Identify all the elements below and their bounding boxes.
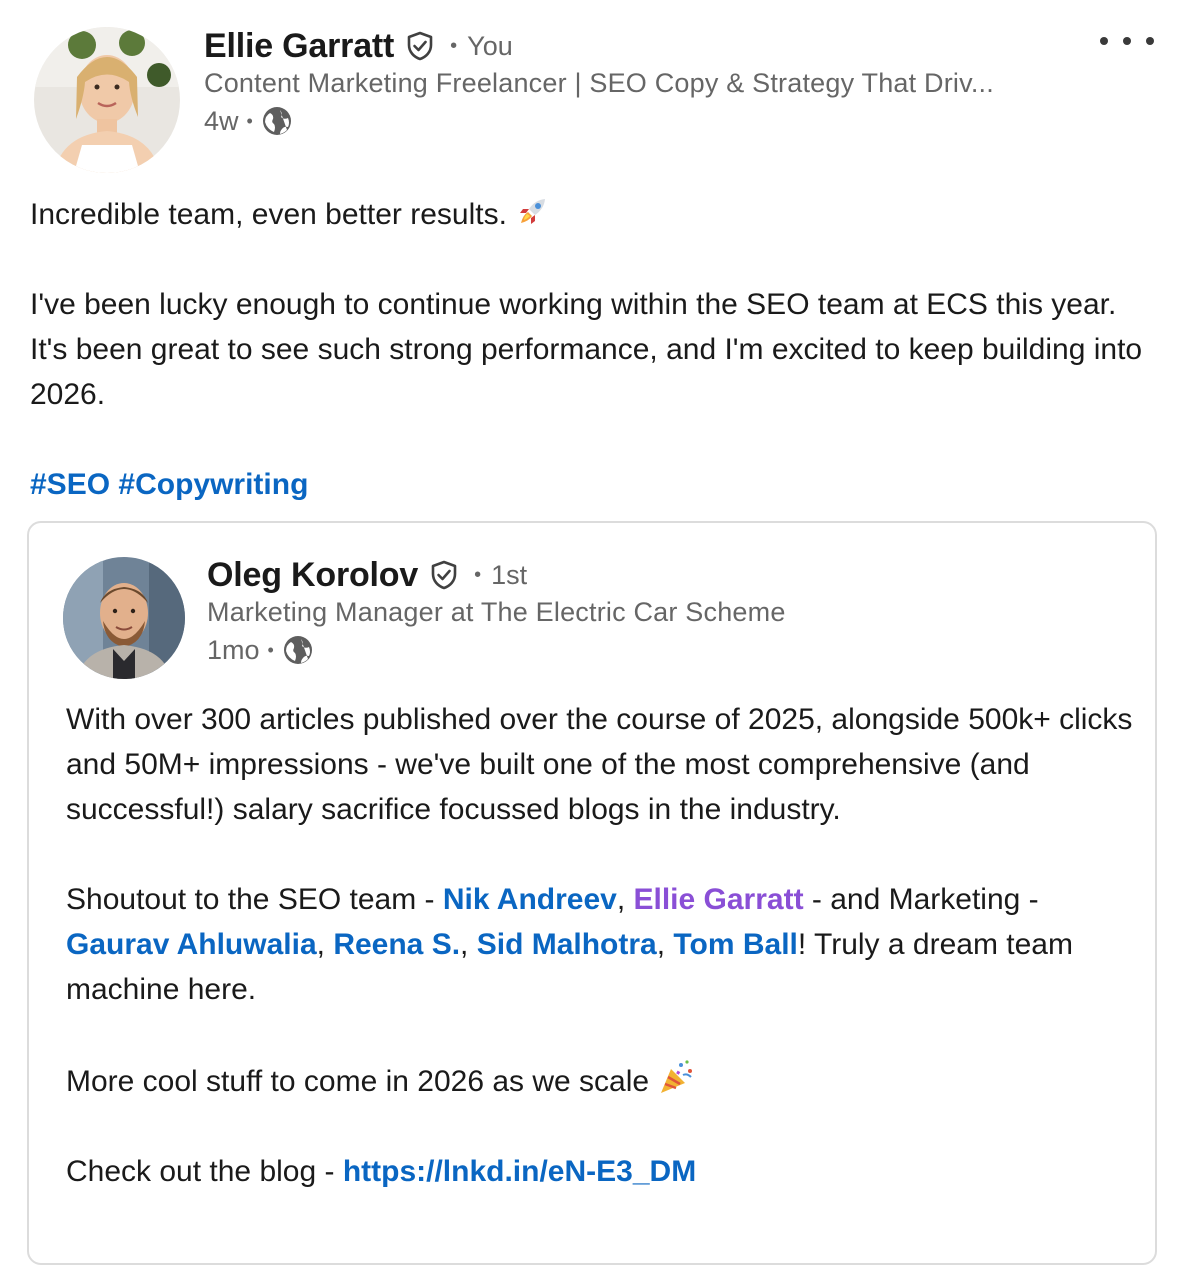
globe-icon xyxy=(261,105,293,137)
shared-post-card[interactable]: Oleg Korolov • 1st Marketing Manager at … xyxy=(27,521,1157,1265)
shared-author-avatar[interactable] xyxy=(63,557,185,679)
author-name-row: Ellie Garratt • You xyxy=(204,24,513,68)
post-meta: 4w • xyxy=(204,103,293,139)
post-body: Incredible team, even better results. I'… xyxy=(30,192,1160,507)
verified-shield-icon xyxy=(428,559,460,591)
hashtag-seo[interactable]: #SEO xyxy=(30,468,110,501)
cool-stuff-text: More cool stuff to come in 2026 as we sc… xyxy=(66,1065,658,1098)
rocket-emoji xyxy=(515,193,551,229)
post-time: 4w xyxy=(204,105,239,136)
mention-ellie-garratt[interactable]: Ellie Garratt xyxy=(634,883,804,916)
globe-icon xyxy=(282,634,314,666)
shared-para-1: With over 300 articles published over th… xyxy=(66,703,1133,826)
shared-post-meta: 1mo • xyxy=(207,632,314,668)
shared-author-name[interactable]: Oleg Korolov xyxy=(207,556,418,595)
comma: , xyxy=(316,928,334,961)
post-text-line1: Incredible team, even better results. xyxy=(30,192,1160,237)
post-header: Ellie Garratt • You Content Marketing Fr… xyxy=(0,0,1184,180)
verified-shield-icon xyxy=(404,30,436,62)
separator-dot: • xyxy=(450,34,458,57)
hashtags: #SEO #Copywriting xyxy=(30,462,1160,507)
comma: , xyxy=(616,883,634,916)
hashtag-copywriting[interactable]: #Copywriting xyxy=(118,468,308,501)
mention-sid-malhotra[interactable]: Sid Malhotra xyxy=(477,928,657,961)
mention-nik-andreev[interactable]: Nik Andreev xyxy=(443,883,617,916)
more-horizontal-icon[interactable] xyxy=(1100,28,1154,54)
separator-dot: • xyxy=(246,110,253,131)
shared-para-4: Check out the blog - https://lnkd.in/eN-… xyxy=(66,1149,1146,1194)
separator-dot: • xyxy=(267,639,274,660)
blog-prompt-text: Check out the blog - xyxy=(66,1155,343,1188)
author-relation: You xyxy=(467,30,513,61)
author-avatar[interactable] xyxy=(34,27,180,173)
shared-post-time: 1mo xyxy=(207,634,260,665)
author-headline: Content Marketing Freelancer | SEO Copy … xyxy=(204,68,994,98)
comma: , xyxy=(460,928,477,961)
party-popper-emoji xyxy=(657,1057,697,1097)
marketing-text: - and Marketing - xyxy=(803,883,1039,916)
author-name[interactable]: Ellie Garratt xyxy=(204,27,394,66)
mention-gaurav-ahluwalia[interactable]: Gaurav Ahluwalia xyxy=(66,928,317,961)
shared-para-2: Shoutout to the SEO team - Nik Andreev, … xyxy=(66,877,1146,1012)
shared-author-name-row: Oleg Korolov • 1st xyxy=(207,553,527,597)
comma: , xyxy=(656,928,674,961)
post-intro-text: Incredible team, even better results. xyxy=(30,198,516,231)
mention-reena-s[interactable]: Reena S. xyxy=(333,928,460,961)
blog-link[interactable]: https://lnkd.in/eN-E3_DM xyxy=(343,1155,696,1188)
shared-author-relation: 1st xyxy=(491,559,528,590)
shoutout-text: Shoutout to the SEO team - xyxy=(66,883,443,916)
shared-author-headline: Marketing Manager at The Electric Car Sc… xyxy=(207,597,786,627)
mention-tom-ball[interactable]: Tom Ball xyxy=(673,928,797,961)
separator-dot: • xyxy=(474,563,482,586)
shared-para-3: More cool stuff to come in 2026 as we sc… xyxy=(66,1057,1146,1104)
post-text-line2: I've been lucky enough to continue worki… xyxy=(30,288,1143,411)
shared-post-body: With over 300 articles published over th… xyxy=(66,697,1146,1194)
